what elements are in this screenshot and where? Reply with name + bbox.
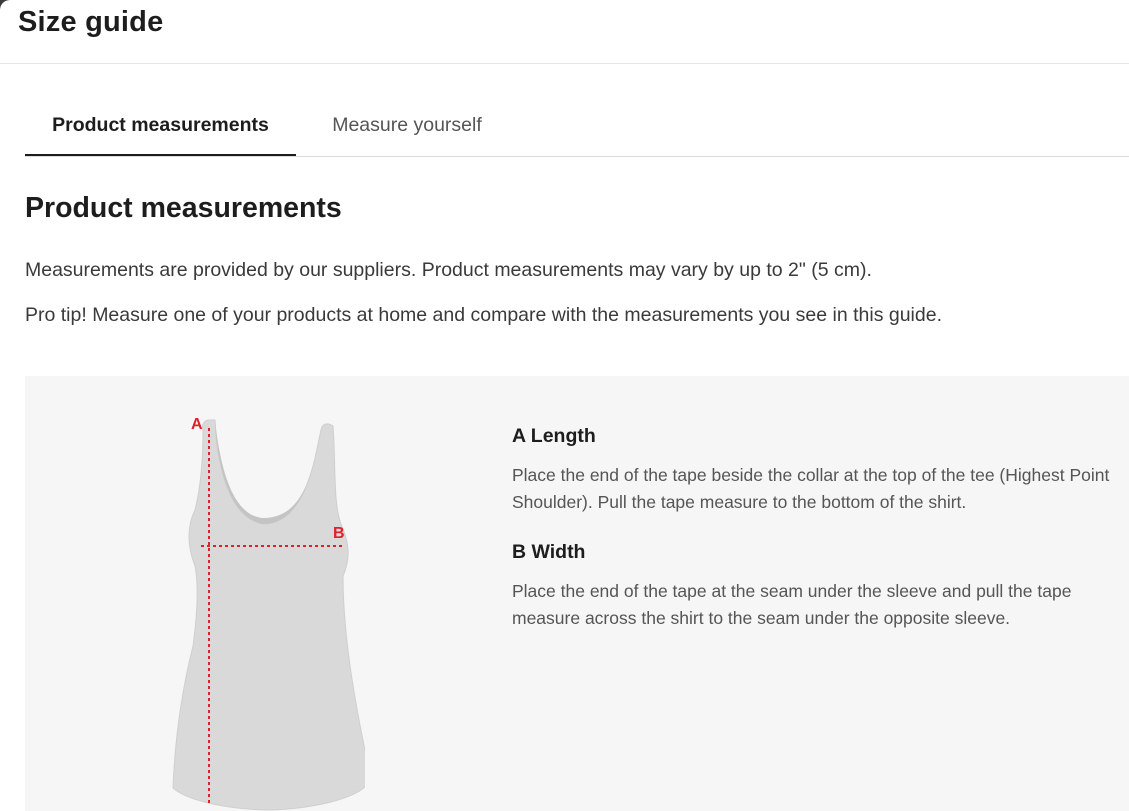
- tank-top-illustration: A B: [172, 416, 365, 811]
- tab-measure-yourself[interactable]: Measure yourself: [307, 96, 507, 156]
- measurement-panel: A B A Length Place the end of the tape b…: [25, 376, 1129, 811]
- measurement-length-description: Place the end of the tape beside the col…: [512, 465, 1110, 512]
- size-guide-modal: Size guide Product measurements Measure …: [0, 0, 1129, 811]
- measurement-length: A Length Place the end of the tape besid…: [512, 424, 1117, 516]
- suppliers-note: Measurements are provided by our supplie…: [25, 259, 872, 281]
- tank-top-shape: [172, 419, 365, 811]
- marker-a-label: A: [191, 416, 203, 433]
- measurement-width: B Width Place the end of the tape at the…: [512, 540, 1117, 632]
- tab-product-measurements[interactable]: Product measurements: [25, 96, 296, 156]
- measurement-length-title: A Length: [512, 425, 596, 447]
- measurement-width-title: B Width: [512, 541, 586, 563]
- pro-tip-note: Pro tip! Measure one of your products at…: [25, 304, 942, 326]
- section-heading: Product measurements: [25, 192, 342, 224]
- marker-b-label: B: [333, 525, 345, 542]
- tab-bar: Product measurements Measure yourself: [25, 96, 1129, 157]
- modal-title: Size guide: [18, 6, 164, 38]
- modal-header: Size guide: [0, 0, 1129, 64]
- measurement-width-description: Place the end of the tape at the seam un…: [512, 581, 1072, 628]
